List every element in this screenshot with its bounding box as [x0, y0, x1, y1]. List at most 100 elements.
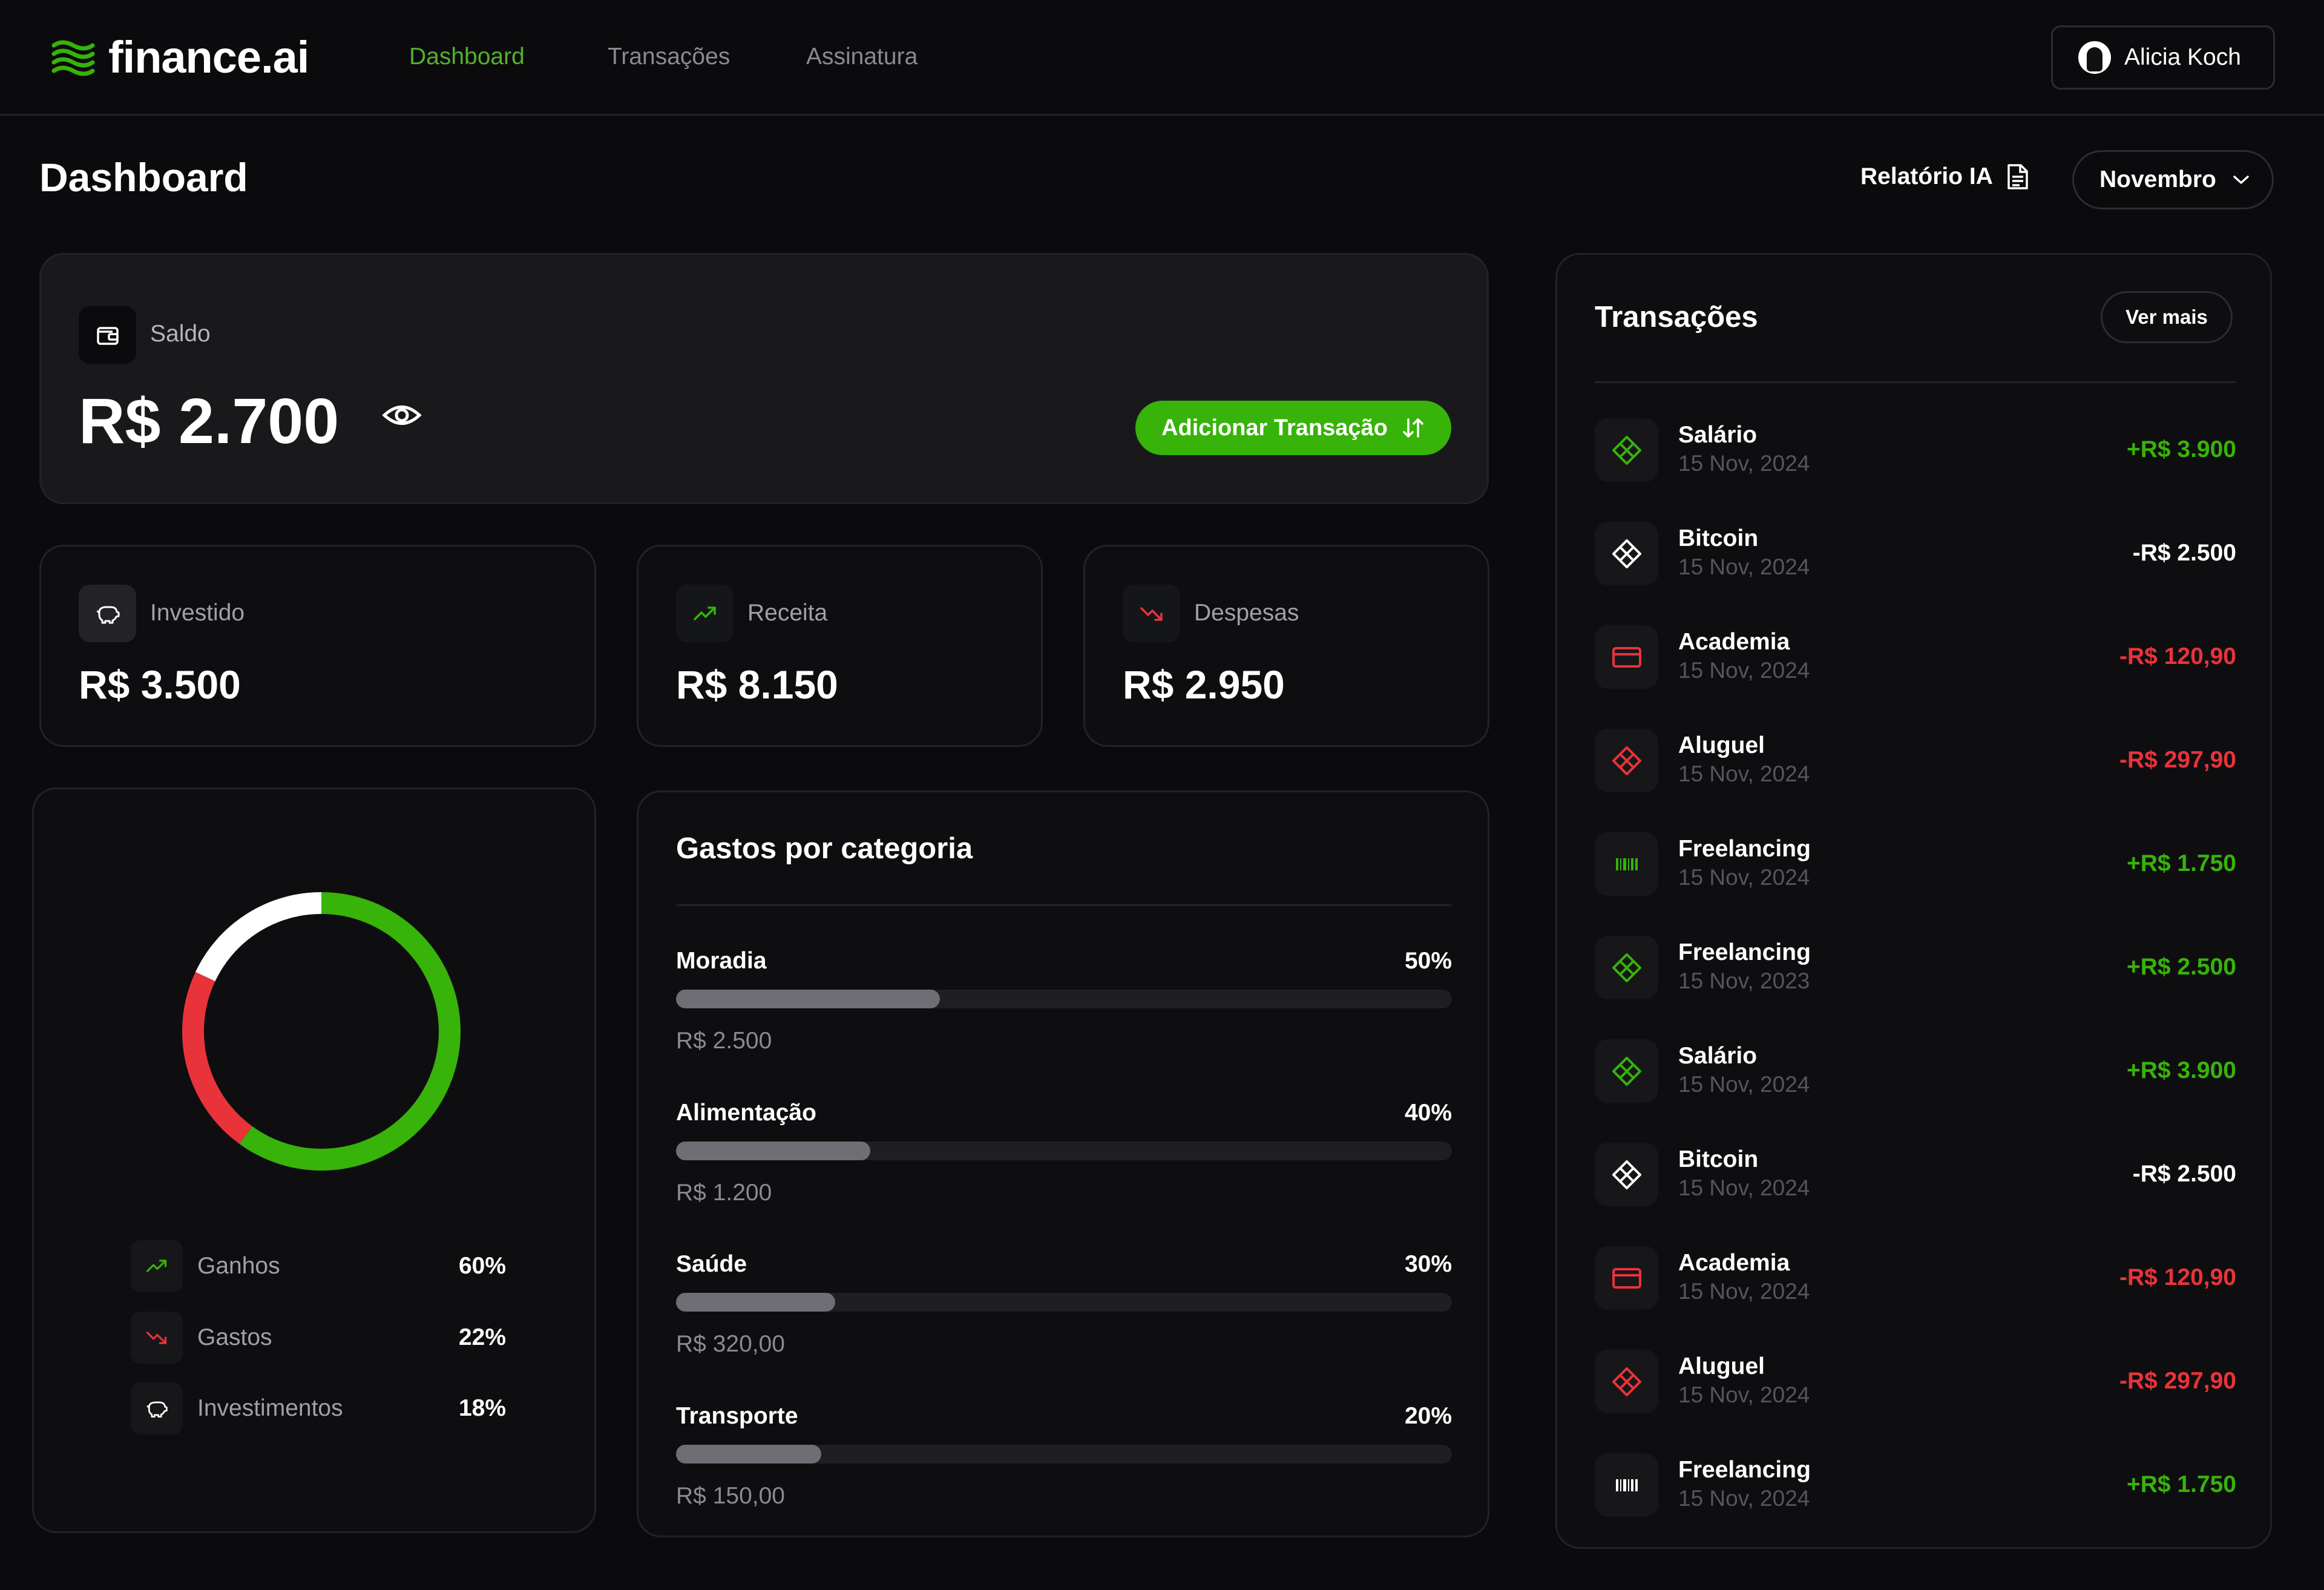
- transaction-row[interactable]: Freelancing 15 Nov, 2023 +R$ 2.500: [1595, 936, 2236, 1002]
- transaction-amount: -R$ 297,90: [2119, 1368, 2236, 1394]
- transaction-row[interactable]: Aluguel 15 Nov, 2024 -R$ 297,90: [1595, 729, 2236, 795]
- transaction-date: 15 Nov, 2024: [1678, 865, 1810, 890]
- barcode-icon: [1615, 858, 1638, 870]
- divider: [676, 904, 1452, 906]
- transaction-name: Freelancing: [1678, 1457, 1811, 1483]
- transaction-row[interactable]: Salário 15 Nov, 2024 +R$ 3.900: [1595, 1039, 2236, 1106]
- legend-item-gastos: Gastos 22%: [131, 1312, 506, 1364]
- expenses-value: R$ 2.950: [1123, 662, 1285, 707]
- transaction-date: 15 Nov, 2024: [1678, 1072, 1810, 1097]
- logo[interactable]: finance.ai: [50, 31, 309, 83]
- ai-report-label: Relatório IA: [1860, 163, 1993, 189]
- page-title: Dashboard: [39, 155, 248, 200]
- transaction-icon-box: [1595, 1453, 1658, 1517]
- category-amount: R$ 150,00: [676, 1483, 785, 1509]
- transaction-row[interactable]: Bitcoin 15 Nov, 2024 -R$ 2.500: [1595, 1143, 2236, 1209]
- transaction-date: 15 Nov, 2024: [1678, 1382, 1810, 1407]
- transaction-name: Freelancing: [1678, 836, 1811, 862]
- pix-icon: [1612, 1367, 1641, 1396]
- pix-icon: [1612, 953, 1641, 982]
- pix-icon: [1612, 1160, 1641, 1189]
- wallet-icon: [96, 326, 119, 345]
- transaction-date: 15 Nov, 2024: [1678, 554, 1810, 579]
- transaction-row[interactable]: Freelancing 15 Nov, 2024 +R$ 1.750: [1595, 832, 2236, 899]
- transaction-icon-box: [1595, 522, 1658, 585]
- income-label: Receita: [747, 600, 828, 626]
- piggy-bank-icon: [96, 606, 119, 623]
- transaction-icon-box: [1595, 1350, 1658, 1413]
- add-transaction-button[interactable]: Adicionar Transação: [1135, 401, 1451, 455]
- transaction-row[interactable]: Salário 15 Nov, 2024 +R$ 3.900: [1595, 418, 2236, 485]
- category-name: Transporte: [676, 1403, 798, 1429]
- transaction-amount: -R$ 120,90: [2119, 1264, 2236, 1290]
- nav-link-dashboard[interactable]: Dashboard: [409, 44, 525, 70]
- credit-card-icon: [1612, 1267, 1641, 1289]
- credit-card-icon: [1612, 646, 1641, 668]
- transaction-name: Salário: [1678, 1043, 1758, 1069]
- user-name: Alicia Koch: [2124, 44, 2241, 70]
- arrows-up-down-icon: [1403, 418, 1423, 438]
- legend-icon-box: [131, 1240, 183, 1292]
- transaction-date: 15 Nov, 2024: [1678, 451, 1810, 476]
- category-amount: R$ 1.200: [676, 1180, 772, 1206]
- category-progress-fill: [676, 1293, 835, 1312]
- balance-label: Saldo: [150, 321, 211, 347]
- income-card: Receita R$ 8.150: [637, 545, 1043, 747]
- document-icon: [2007, 164, 2028, 189]
- legend-item-investimentos: Investimentos 18%: [131, 1382, 506, 1434]
- transactions-title: Transações: [1595, 301, 1758, 333]
- see-more-button[interactable]: Ver mais: [2101, 291, 2233, 343]
- category-percent: 50%: [1404, 948, 1452, 974]
- transaction-date: 15 Nov, 2024: [1678, 1279, 1810, 1304]
- category-amount: R$ 320,00: [676, 1331, 785, 1357]
- balance-card: Saldo R$ 2.700 Adicionar Transação: [39, 253, 1489, 504]
- ai-report-button[interactable]: Relatório IA: [1860, 163, 2029, 190]
- pix-icon: [1612, 539, 1641, 568]
- divider: [1595, 381, 2236, 383]
- user-menu-button[interactable]: Alicia Koch: [2051, 25, 2275, 90]
- nav-link-assinatura[interactable]: Assinatura: [806, 44, 917, 70]
- top-navbar: finance.ai Dashboard Transações Assinatu…: [0, 0, 2324, 116]
- invested-value: R$ 3.500: [79, 662, 241, 707]
- transaction-row[interactable]: Academia 15 Nov, 2024 -R$ 120,90: [1595, 1246, 2236, 1313]
- legend-icon-box: [131, 1312, 183, 1364]
- transaction-date: 15 Nov, 2024: [1678, 1486, 1810, 1511]
- transaction-icon-box: [1595, 729, 1658, 792]
- transactions-card: Transações Ver mais Salário 15 Nov, 2024…: [1555, 253, 2272, 1549]
- balance-value: R$ 2.700: [79, 386, 340, 457]
- category-progress-track: [676, 1445, 1452, 1464]
- eye-icon[interactable]: [382, 400, 422, 430]
- transaction-amount: +R$ 1.750: [2126, 1471, 2236, 1497]
- transaction-amount: +R$ 3.900: [2126, 436, 2236, 462]
- transaction-icon-box: [1595, 418, 1658, 482]
- invested-card: Investido R$ 3.500: [39, 545, 596, 747]
- transaction-row[interactable]: Freelancing 15 Nov, 2024 +R$ 1.750: [1595, 1453, 2236, 1520]
- month-select[interactable]: Novembro: [2072, 150, 2274, 209]
- nav-link-transacoes[interactable]: Transações: [608, 44, 730, 70]
- see-more-label: Ver mais: [2125, 306, 2208, 328]
- transaction-date: 15 Nov, 2024: [1678, 1175, 1810, 1200]
- trending-up-icon: [693, 606, 716, 620]
- transaction-amount: +R$ 2.500: [2126, 954, 2236, 980]
- category-row-alimentacao: Alimentação 40% R$ 1.200: [676, 1100, 1452, 1233]
- category-progress-fill: [676, 1445, 821, 1464]
- income-icon-box: [676, 585, 734, 642]
- category-progress-track: [676, 990, 1452, 1008]
- transaction-date: 15 Nov, 2024: [1678, 658, 1810, 683]
- category-spending-card: Gastos por categoria Moradia 50% R$ 2.50…: [637, 790, 1489, 1537]
- transaction-name: Freelancing: [1678, 939, 1811, 965]
- transaction-name: Bitcoin: [1678, 525, 1759, 551]
- category-percent: 40%: [1404, 1100, 1452, 1126]
- transaction-icon-box: [1595, 832, 1658, 896]
- category-progress-track: [676, 1142, 1452, 1160]
- transaction-row[interactable]: Aluguel 15 Nov, 2024 -R$ 297,90: [1595, 1350, 2236, 1416]
- transaction-amount: -R$ 2.500: [2132, 1161, 2236, 1187]
- category-row-moradia: Moradia 50% R$ 2.500: [676, 948, 1452, 1081]
- transaction-row[interactable]: Bitcoin 15 Nov, 2024 -R$ 2.500: [1595, 522, 2236, 588]
- logo-waves-icon: [51, 40, 95, 76]
- avatar: [2078, 41, 2111, 74]
- transaction-icon-box: [1595, 1246, 1658, 1310]
- category-progress-fill: [676, 1142, 870, 1160]
- transaction-row[interactable]: Academia 15 Nov, 2024 -R$ 120,90: [1595, 625, 2236, 692]
- transaction-name: Salário: [1678, 422, 1758, 448]
